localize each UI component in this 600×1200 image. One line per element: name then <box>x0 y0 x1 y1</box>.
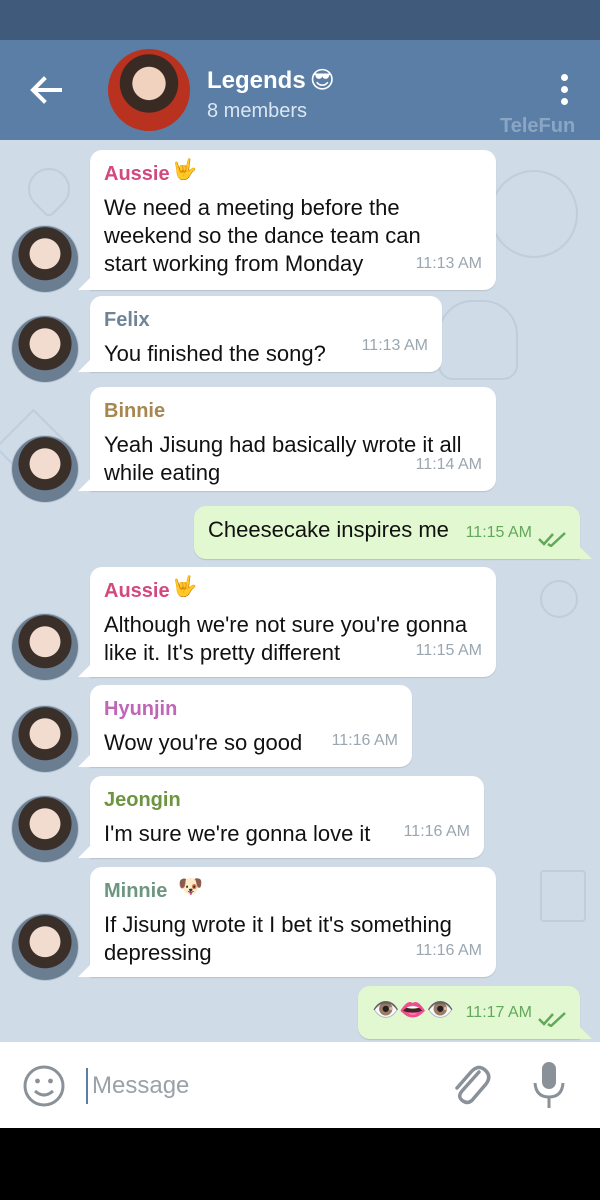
message-time: 11:15 AM <box>465 524 532 541</box>
double-check-icon <box>538 532 566 547</box>
background-doodle-star <box>540 580 578 618</box>
attach-icon[interactable] <box>448 1060 492 1108</box>
sunglasses-emoji-icon: 😎 <box>309 67 335 94</box>
avatar-aussie[interactable] <box>12 226 78 292</box>
message-text: You finished the song? <box>104 341 326 366</box>
message-time: 11:13 AM <box>415 255 482 272</box>
sender-name: Aussie <box>104 580 170 602</box>
chat-header: Legends 😎 8 members TeleFun <box>0 40 600 140</box>
sender-name: Binnie <box>104 400 166 422</box>
message-text: We need a meeting before the weekend so … <box>104 195 421 276</box>
face-emoji-message: 👁️👄👁️ <box>372 997 455 1022</box>
microphone-icon[interactable] <box>530 1060 568 1110</box>
message-time: 11:14 AM <box>415 456 482 473</box>
sender-name: Felix <box>104 309 150 331</box>
message-text: Yeah Jisung had basically wrote it all w… <box>104 432 462 485</box>
sender-name: Jeongin <box>104 789 181 811</box>
avatar-felix[interactable] <box>12 316 78 382</box>
group-avatar[interactable] <box>108 49 190 131</box>
message-time: 11:13 AM <box>361 337 428 354</box>
emoji-icon[interactable] <box>22 1064 66 1108</box>
message-text: Cheesecake inspires me <box>208 517 449 542</box>
message-bubble[interactable]: Felix You finished the song? 11:13 AM <box>78 296 442 372</box>
sender-name: Hyunjin <box>104 698 178 720</box>
background-doodle-circle <box>490 170 578 258</box>
avatar-binnie[interactable] <box>12 436 78 502</box>
puppy-emoji-icon: 🐶 <box>178 876 203 898</box>
message-time: 11:17 AM <box>465 1004 532 1021</box>
status-bar <box>0 0 600 40</box>
message-list[interactable]: Aussie 🤟 We need a meeting before the we… <box>0 140 600 1042</box>
background-doodle-cat <box>438 300 518 380</box>
avatar-minnie[interactable] <box>12 914 78 980</box>
message-time: 11:16 AM <box>331 732 398 749</box>
message-time: 11:15 AM <box>415 642 482 659</box>
message-text: Wow you're so good <box>104 730 303 755</box>
watermark: TeleFun <box>500 115 576 137</box>
background-doodle-house <box>540 870 586 922</box>
avatar-aussie[interactable] <box>12 614 78 680</box>
message-bubble-outgoing[interactable]: Cheesecake inspires me 11:15 AM <box>194 506 592 559</box>
message-bubble-outgoing[interactable]: 👁️👄👁️ 11:17 AM <box>358 986 592 1039</box>
message-bubble[interactable]: Aussie 🤟 Although we're not sure you're … <box>78 567 496 677</box>
message-time: 11:16 AM <box>415 942 482 959</box>
background-doodle-heart <box>19 159 79 219</box>
message-bubble[interactable]: Jeongin I'm sure we're gonna love it 11:… <box>78 776 484 858</box>
avatar-hyunjin[interactable] <box>12 706 78 772</box>
chat-title-text: Legends <box>207 66 306 94</box>
message-bubble[interactable]: Hyunjin Wow you're so good 11:16 AM <box>78 685 412 767</box>
message-bubble[interactable]: Minnie 🐶 If Jisung wrote it I bet it's s… <box>78 867 496 977</box>
chat-title[interactable]: Legends 😎 <box>207 66 335 95</box>
sender-name: Aussie <box>104 163 170 185</box>
message-composer[interactable]: Message <box>0 1042 600 1128</box>
message-text: I'm sure we're gonna love it <box>104 821 371 846</box>
avatar-jeongin[interactable] <box>12 796 78 862</box>
message-input[interactable]: Message <box>92 1072 189 1100</box>
member-count: 8 members <box>207 100 308 122</box>
message-time: 11:16 AM <box>403 823 470 840</box>
back-arrow-icon[interactable] <box>28 70 64 110</box>
text-cursor <box>86 1068 88 1104</box>
message-bubble[interactable]: Binnie Yeah Jisung had basically wrote i… <box>78 387 496 491</box>
double-check-icon <box>538 1012 566 1027</box>
hand-emoji-icon: 🤟 <box>172 159 197 181</box>
overflow-menu-icon[interactable] <box>552 74 576 108</box>
sender-name: Minnie <box>104 880 168 902</box>
message-bubble[interactable]: Aussie 🤟 We need a meeting before the we… <box>78 150 496 290</box>
system-navigation-bar <box>0 1128 600 1200</box>
hand-emoji-icon: 🤟 <box>172 576 197 598</box>
